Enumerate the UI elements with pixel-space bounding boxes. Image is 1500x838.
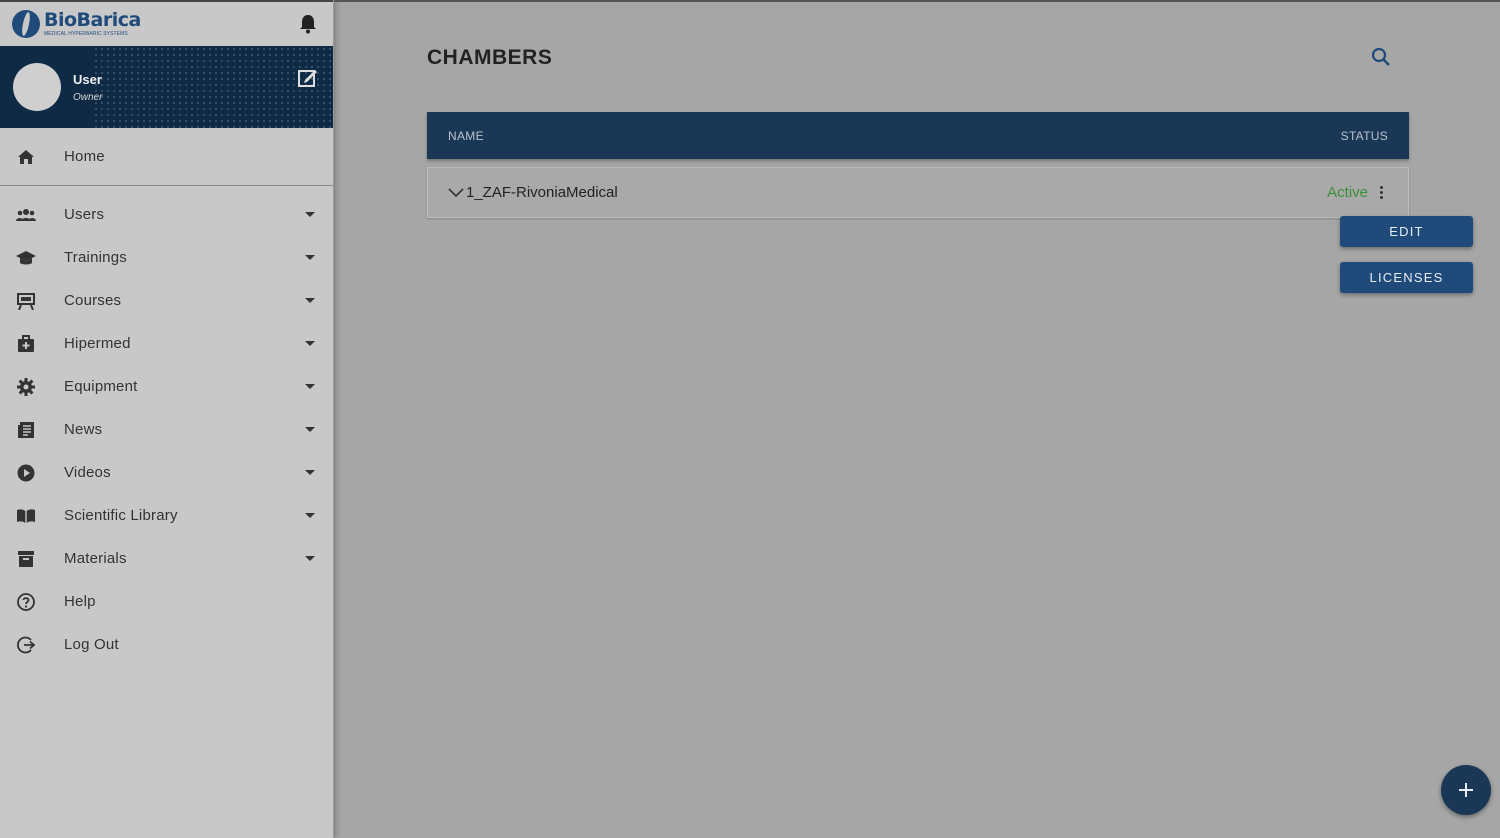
chevron-down-icon[interactable] (305, 384, 315, 389)
logout-icon (16, 635, 36, 655)
sidebar: BioBarica MEDICAL HYPERBARIC SYSTEMS Use… (0, 0, 334, 838)
sidebar-item-news[interactable]: News (0, 408, 333, 451)
brand-bar: BioBarica MEDICAL HYPERBARIC SYSTEMS (0, 0, 333, 46)
logo-mark-icon (12, 10, 40, 38)
sidebar-item-materials[interactable]: Materials (0, 537, 333, 580)
search-icon[interactable] (1371, 47, 1393, 69)
chevron-down-icon[interactable] (305, 255, 315, 260)
add-chamber-button[interactable] (1441, 765, 1491, 815)
chevron-down-icon[interactable] (305, 298, 315, 303)
sidebar-item-help[interactable]: Help (0, 580, 333, 623)
chevron-down-icon[interactable] (305, 556, 315, 561)
sidebar-item-equipment[interactable]: Equipment (0, 365, 333, 408)
table-header: NAME STATUS (427, 112, 1409, 159)
sidebar-item-courses[interactable]: Courses (0, 279, 333, 322)
sidebar-item-home[interactable]: Home (0, 128, 333, 186)
chevron-down-icon[interactable] (305, 212, 315, 217)
chevron-down-icon[interactable] (305, 427, 315, 432)
sidebar-item-label: Log Out (64, 636, 119, 653)
sidebar-nav: Home Users Trainings Courses Hipermed Eq… (0, 128, 333, 666)
newspaper-icon (16, 420, 36, 440)
profile-name: User (73, 71, 102, 87)
sidebar-item-label: Scientific Library (64, 507, 178, 524)
profile-card: User Owner (0, 46, 333, 128)
sidebar-item-scientific-library[interactable]: Scientific Library (0, 494, 333, 537)
sidebar-item-label: Equipment (64, 378, 138, 395)
profile-role: Owner (73, 91, 103, 103)
book-icon (16, 506, 36, 526)
page-title: CHAMBERS (427, 46, 553, 69)
brand-logo[interactable]: BioBarica MEDICAL HYPERBARIC SYSTEMS (12, 10, 141, 38)
sidebar-item-videos[interactable]: Videos (0, 451, 333, 494)
sidebar-item-hipermed[interactable]: Hipermed (0, 322, 333, 365)
edit-profile-icon[interactable] (297, 66, 319, 88)
chevron-down-icon[interactable] (305, 470, 315, 475)
brand-subtitle: MEDICAL HYPERBARIC SYSTEMS (44, 31, 128, 37)
users-icon (16, 205, 36, 225)
edit-button[interactable]: EDIT (1340, 216, 1473, 247)
sidebar-item-label: Materials (64, 550, 127, 567)
plus-icon (1459, 783, 1473, 797)
status-badge: Active (1327, 184, 1368, 201)
sidebar-item-log-out[interactable]: Log Out (0, 623, 333, 666)
avatar[interactable] (13, 63, 61, 111)
more-options-icon[interactable] (1376, 184, 1386, 202)
chevron-down-icon[interactable] (305, 341, 315, 346)
archive-icon (16, 549, 36, 569)
column-header-name[interactable]: NAME (448, 129, 484, 143)
chamber-name: 1_ZAF-RivoniaMedical (466, 184, 618, 201)
brand-name: BioBarica (44, 9, 141, 31)
sidebar-item-label: Videos (64, 464, 111, 481)
play-circle-icon (16, 463, 36, 483)
home-icon (16, 147, 36, 167)
graduation-cap-icon (16, 248, 36, 268)
licenses-button[interactable]: LICENSES (1340, 262, 1473, 293)
expand-chevron-icon[interactable] (448, 185, 464, 201)
chambers-table: NAME STATUS 1_ZAF-RivoniaMedical Active (427, 112, 1409, 218)
medical-kit-icon (16, 334, 36, 354)
sidebar-item-users[interactable]: Users (0, 193, 333, 236)
table-row[interactable]: 1_ZAF-RivoniaMedical Active (427, 167, 1409, 218)
sidebar-item-label: News (64, 421, 103, 438)
help-circle-icon (16, 592, 36, 612)
sidebar-item-label: Users (64, 206, 105, 223)
sidebar-item-label: Courses (64, 292, 122, 309)
gear-icon (16, 377, 36, 397)
sidebar-item-label: Help (64, 593, 96, 610)
notifications-bell-icon[interactable] (297, 13, 319, 35)
sidebar-item-label: Hipermed (64, 335, 131, 352)
sidebar-item-label: Home (64, 148, 105, 165)
main-content: CHAMBERS NAME STATUS 1_ZAF-RivoniaMedica… (334, 0, 1500, 838)
easel-icon (16, 291, 36, 311)
chevron-down-icon[interactable] (305, 513, 315, 518)
column-header-status[interactable]: STATUS (1341, 129, 1388, 143)
sidebar-item-label: Trainings (64, 249, 127, 266)
sidebar-item-trainings[interactable]: Trainings (0, 236, 333, 279)
